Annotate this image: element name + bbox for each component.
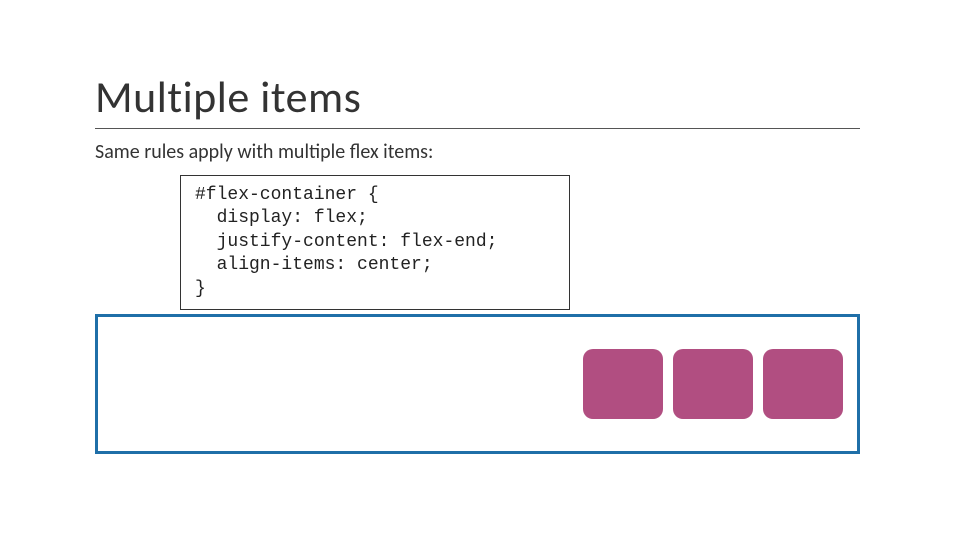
flex-demo-item (673, 349, 753, 419)
flex-demo-container (95, 314, 860, 454)
slide-title: Multiple items (95, 70, 361, 124)
flex-demo-item (583, 349, 663, 419)
code-box: #flex-container { display: flex; justify… (180, 175, 570, 310)
slide: Multiple items Same rules apply with mul… (0, 0, 960, 540)
slide-subtitle: Same rules apply with multiple flex item… (95, 140, 433, 164)
code-block: #flex-container { display: flex; justify… (195, 184, 555, 301)
flex-demo-item (763, 349, 843, 419)
title-rule (95, 128, 860, 129)
